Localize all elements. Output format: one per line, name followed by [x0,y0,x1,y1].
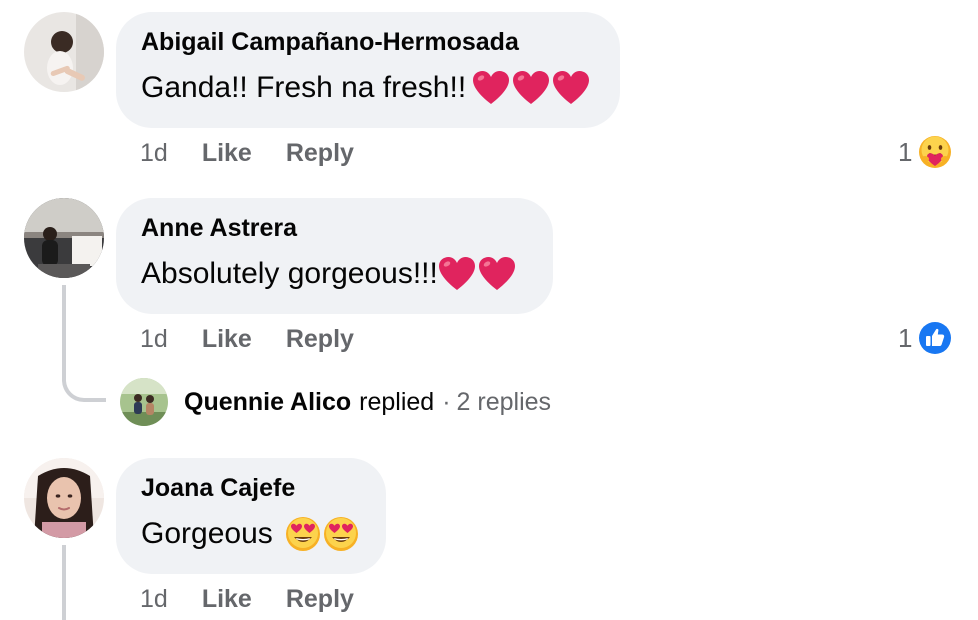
avatar[interactable] [24,12,104,92]
comment-bubble: Joana Cajefe Gorgeous [116,458,386,574]
thread-line [62,285,66,361]
like-button[interactable]: Like [202,325,252,354]
heart-emoji-icon [553,71,590,104]
heart-emoji-icon [438,257,475,290]
avatar[interactable] [24,198,104,278]
comment-author[interactable]: Joana Cajefe [141,472,360,504]
heart-eyes-emoji-icon [285,517,320,551]
care-reaction-icon [919,136,952,168]
heart-eyes-emoji-icon [323,517,358,551]
comment-text: Gorgeous [141,514,360,554]
emoji-group [438,256,516,292]
comment-timestamp[interactable]: 1d [140,139,168,168]
comment-actions: 1d Like Reply [140,137,388,169]
replier-name[interactable]: Quennie Alico [184,388,351,417]
like-button[interactable]: Like [202,585,252,614]
emoji-group [285,516,359,552]
reaction-count: 1 [898,136,913,167]
comment-author[interactable]: Abigail Campañano-Hermosada [141,26,594,58]
like-button[interactable]: Like [202,139,252,168]
reaction-summary[interactable]: 1 [898,320,952,356]
thread-line [62,545,66,620]
heart-emoji-icon [478,257,515,290]
reply-count[interactable]: 2 replies [457,388,552,417]
avatar [120,378,168,426]
comments-section: Abigail Campañano-Hermosada Ganda!! Fres… [0,0,978,620]
comment-timestamp[interactable]: 1d [140,325,168,354]
reply-button[interactable]: Reply [286,585,354,614]
replied-label: replied [359,387,435,416]
emoji-group [472,70,590,106]
comment-timestamp[interactable]: 1d [140,585,168,614]
thread-connector [62,355,106,402]
heart-emoji-icon [513,71,550,104]
avatar[interactable] [24,458,104,538]
separator-dot: · [442,387,451,416]
reaction-count: 1 [898,322,913,353]
heart-emoji-icon [473,71,510,104]
reaction-summary[interactable]: 1 [898,134,952,170]
reply-button[interactable]: Reply [286,325,354,354]
comment-text: Absolutely gorgeous!!! [141,254,527,294]
comment-actions: 1d Like Reply [140,583,388,615]
view-replies-link[interactable]: Quennie Alico replied · 2 replies [120,377,551,427]
reply-button[interactable]: Reply [286,139,354,168]
comment-bubble: Abigail Campañano-Hermosada Ganda!! Fres… [116,12,620,128]
comment-actions: 1d Like Reply [140,323,388,355]
comment-bubble: Anne Astrera Absolutely gorgeous!!! [116,198,553,314]
comment-text: Ganda!! Fresh na fresh!! [141,68,594,108]
comment-author[interactable]: Anne Astrera [141,212,527,244]
like-reaction-icon [919,322,952,354]
